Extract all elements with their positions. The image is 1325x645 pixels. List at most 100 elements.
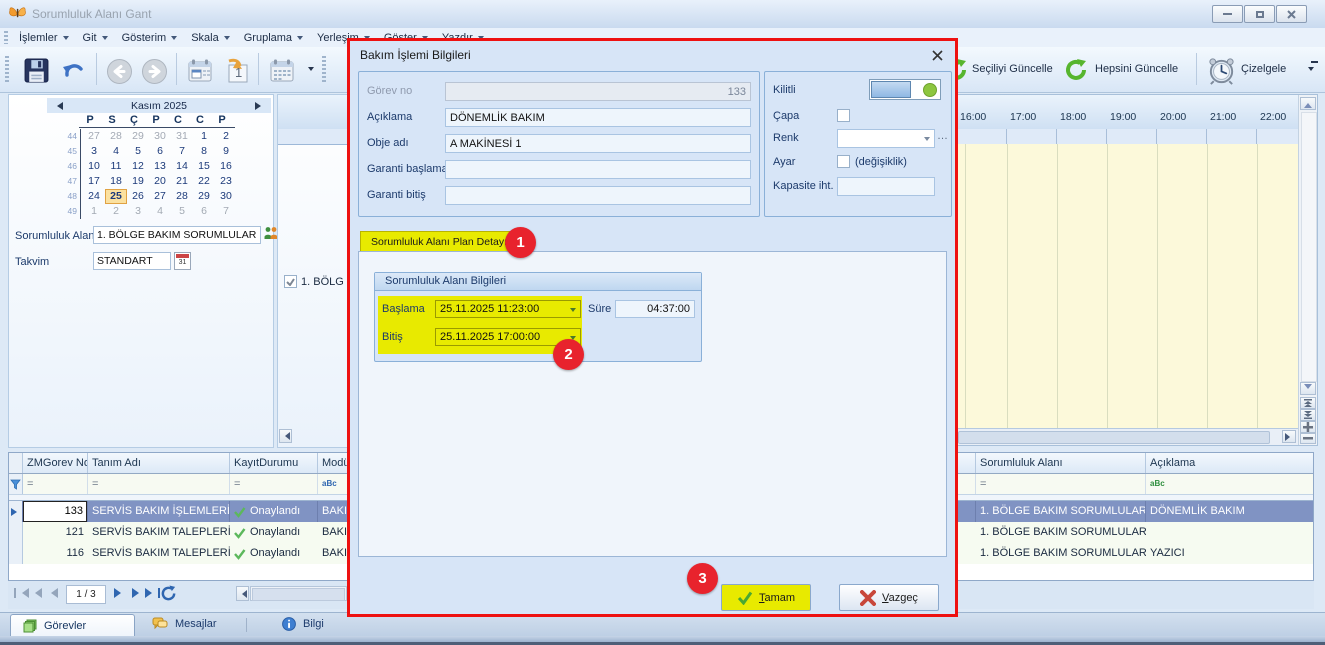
calendar-day[interactable]: 18: [105, 174, 127, 189]
goto-day-one-button[interactable]: 1: [221, 55, 253, 87]
dialog-close-button[interactable]: [930, 48, 945, 63]
kapasite-field[interactable]: [837, 177, 935, 196]
refresh-list-button[interactable]: [160, 585, 177, 605]
zoom-in-button[interactable]: [1300, 421, 1316, 433]
calendar-day[interactable]: 7: [215, 204, 237, 219]
calendar-day[interactable]: 2: [105, 204, 127, 219]
cell-aciklama[interactable]: YAZICI: [1146, 543, 1309, 564]
update-all-button-label[interactable]: Hepsini Güncelle: [1095, 63, 1178, 75]
vscroll-track[interactable]: [1301, 112, 1317, 382]
table-hscroll-thumb[interactable]: [252, 588, 345, 601]
responsibility-area-field[interactable]: 1. BÖLGE BAKIM SORUMLULARI: [93, 226, 261, 244]
calendar-next-icon[interactable]: [255, 102, 265, 110]
calendar-day[interactable]: 13: [149, 159, 171, 174]
cell-sorumluluk-alani[interactable]: 1. BÖLGE BAKIM SORUMLULARI: [976, 543, 1146, 564]
filter-equals[interactable]: =: [88, 474, 230, 494]
calendar-day[interactable]: 7: [171, 144, 193, 159]
capa-checkbox[interactable]: [837, 109, 850, 122]
calendar-day[interactable]: 6: [193, 204, 215, 219]
garanti-baslama-field[interactable]: [445, 160, 751, 179]
calendar-view-button[interactable]: [184, 55, 216, 87]
update-selected-button[interactable]: Seçiliyi Güncelle: [972, 63, 1053, 75]
cell-zmgorev-no[interactable]: 116: [23, 543, 88, 564]
filter-equals[interactable]: =: [230, 474, 318, 494]
calendar-day[interactable]: 5: [171, 204, 193, 219]
filter-funnel-icon[interactable]: [9, 474, 23, 494]
close-window-button[interactable]: [1276, 5, 1307, 23]
cell-tanim-adi[interactable]: SERVİS BAKIM İŞLEMLERİ: [88, 501, 230, 522]
col-sorumluluk-alani[interactable]: Sorumluluk Alanı: [976, 453, 1146, 473]
filter-equals[interactable]: =: [23, 474, 88, 494]
calendar-day[interactable]: 24: [83, 189, 105, 204]
calendar-day[interactable]: 20: [149, 174, 171, 189]
garanti-bitis-field[interactable]: [445, 186, 751, 205]
minimize-button[interactable]: [1212, 5, 1243, 23]
calendar-day[interactable]: 27: [149, 189, 171, 204]
calendar-day[interactable]: 4: [149, 204, 171, 219]
calendar-day[interactable]: 15: [193, 159, 215, 174]
col-aciklama[interactable]: Açıklama: [1146, 453, 1309, 473]
cell-tanim-adi[interactable]: SERVİS BAKIM TALEPLERİ: [88, 522, 230, 543]
calendar-day[interactable]: 21: [171, 174, 193, 189]
undo-button[interactable]: [58, 54, 90, 86]
collapse-bottom-button[interactable]: [1300, 409, 1316, 421]
ayar-checkbox[interactable]: [837, 155, 850, 168]
calendar-31-icon[interactable]: 31: [174, 252, 191, 270]
calendar-day[interactable]: 30: [149, 129, 171, 144]
update-all-button[interactable]: [1062, 56, 1090, 84]
calendar-day[interactable]: 17: [83, 174, 105, 189]
menu-skala[interactable]: Skala: [184, 30, 237, 46]
obje-adi-field[interactable]: A MAKİNESİ 1: [445, 134, 751, 153]
takvim-field[interactable]: STANDART: [93, 252, 171, 270]
tab-bilgi[interactable]: Bilgi: [282, 617, 324, 631]
tab-mesajlar[interactable]: Mesajlar: [152, 617, 217, 631]
calendar-day[interactable]: 31: [171, 129, 193, 144]
calendar-prev-icon[interactable]: [53, 102, 63, 110]
hscroll-right-button[interactable]: [1282, 430, 1296, 443]
schedule-button[interactable]: [1204, 53, 1238, 87]
resource-item[interactable]: 1. BÖLG: [284, 275, 344, 288]
calendar-day[interactable]: 2: [215, 129, 237, 144]
cell-kayit-durumu[interactable]: Onaylandı: [230, 501, 318, 522]
cell-aciklama[interactable]: [1146, 522, 1309, 543]
calendar-day[interactable]: 1: [193, 129, 215, 144]
col-kayit-durumu[interactable]: KayıtDurumu: [230, 453, 318, 473]
next-page-button[interactable]: [114, 588, 126, 601]
prev-page-button[interactable]: [46, 588, 58, 601]
vscroll-down-button[interactable]: [1300, 382, 1316, 395]
tamam-button[interactable]: Tamam: [721, 584, 811, 611]
calendar-day[interactable]: 3: [83, 144, 105, 159]
baslama-datepicker[interactable]: 25.11.2025 11:23:00: [435, 300, 581, 318]
navigate-forward-button[interactable]: [139, 56, 169, 86]
table-hscroll-left-button[interactable]: [236, 586, 249, 601]
gantt-hscrollbar[interactable]: [956, 428, 1298, 445]
calendar-day[interactable]: 29: [127, 129, 149, 144]
filter-abc-icon[interactable]: aBc: [1146, 474, 1309, 494]
cell-kayit-durumu[interactable]: Onaylandı: [230, 522, 318, 543]
calendar-day[interactable]: 9: [215, 144, 237, 159]
calendar-day[interactable]: 30: [215, 189, 237, 204]
calendar-day[interactable]: 8: [193, 144, 215, 159]
menu-gruplama[interactable]: Gruplama: [237, 30, 310, 46]
navigate-back-button[interactable]: [104, 56, 134, 86]
col-tanim-adi[interactable]: Tanım Adı: [88, 453, 230, 473]
save-button[interactable]: [20, 54, 52, 86]
calendar-day[interactable]: 6: [149, 144, 171, 159]
collapse-top-button[interactable]: [1300, 397, 1316, 409]
toolbar-dropdown-button[interactable]: [303, 63, 314, 75]
first-page-button[interactable]: [14, 588, 42, 598]
gantt-chart-area[interactable]: [956, 144, 1298, 428]
schedule-button-label[interactable]: Çizelgele: [1241, 63, 1286, 75]
calendar-day[interactable]: 27: [83, 129, 105, 144]
calendar-day[interactable]: 28: [105, 129, 127, 144]
tab-sorumluluk-plan-detayi[interactable]: Sorumluluk Alanı Plan Detayı: [360, 231, 518, 252]
cell-sorumluluk-alani[interactable]: 1. BÖLGE BAKIM SORUMLULARI: [976, 522, 1146, 543]
menu-git[interactable]: Git: [76, 30, 115, 46]
calendar-day[interactable]: 26: [127, 189, 149, 204]
calendar-day[interactable]: 28: [171, 189, 193, 204]
menu-gosterim[interactable]: Gösterim: [115, 30, 185, 46]
col-zmgorev-no[interactable]: ZMGorev No: [23, 453, 88, 473]
calendar-day[interactable]: 11: [105, 159, 127, 174]
calendar-day-selected[interactable]: 25: [105, 189, 127, 204]
calendar-day[interactable]: 19: [127, 174, 149, 189]
